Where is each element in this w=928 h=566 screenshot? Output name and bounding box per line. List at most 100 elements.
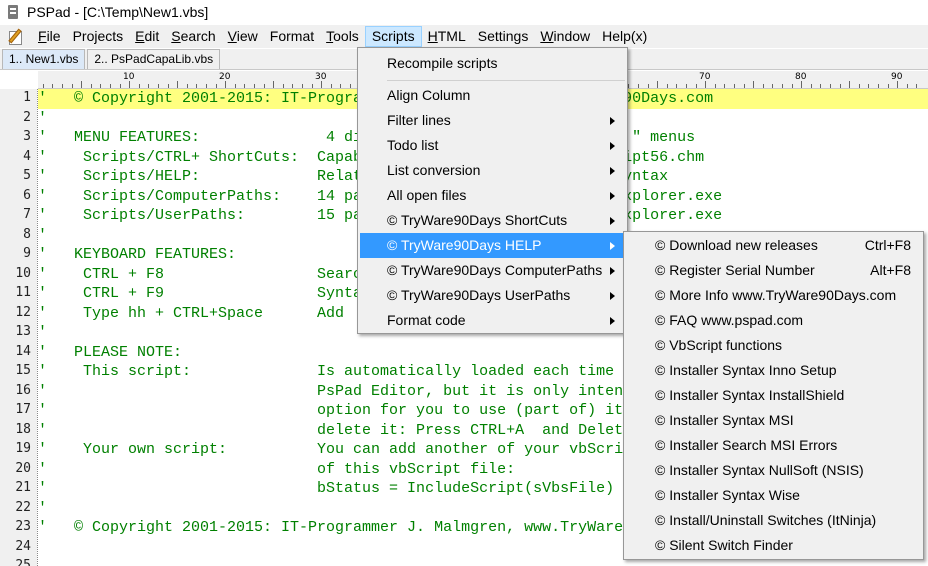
menu-scripts[interactable]: Scripts: [364, 26, 422, 47]
menu-settings[interactable]: Settings: [472, 26, 535, 47]
ruler-tick: [888, 84, 889, 88]
menu-format[interactable]: Format: [264, 26, 320, 47]
ruler-tick: [676, 84, 677, 88]
ruler-tick: [129, 81, 130, 88]
line-number: 6: [23, 187, 31, 203]
submenu-arrow-icon: [610, 192, 615, 200]
line-number: 9: [23, 246, 31, 261]
ruler-label: 70: [699, 72, 711, 82]
ruler-tick: [696, 84, 697, 88]
line-number: 22: [15, 499, 31, 515]
line-number: 3: [23, 129, 31, 144]
line-number: 7: [23, 207, 31, 222]
ruler-tick: [916, 84, 917, 88]
submenu-arrow-icon: [610, 317, 615, 325]
ruler-tick: [830, 84, 831, 88]
ruler-tick: [216, 84, 217, 88]
ruler-tick: [772, 84, 773, 88]
ruler-tick: [52, 84, 53, 88]
submenu-item-vbscript-functions[interactable]: © VbScript functions: [626, 333, 921, 358]
menu-tools[interactable]: Tools: [320, 26, 365, 47]
submenu-item-installshield[interactable]: © Installer Syntax InstallShield: [626, 383, 921, 408]
submenu-item-register-serial[interactable]: © Register Serial Number Alt+F8: [626, 258, 921, 283]
submenu-item-faq[interactable]: © FAQ www.pspad.com: [626, 308, 921, 333]
menu-file[interactable]: File: [32, 26, 67, 47]
submenu-item-wise[interactable]: © Installer Syntax Wise: [626, 483, 921, 508]
line-number: 17: [15, 402, 31, 417]
submenu-item-msi[interactable]: © Installer Syntax MSI: [626, 408, 921, 433]
ruler-tick: [667, 84, 668, 88]
ruler-tick: [648, 84, 649, 88]
menu-edit[interactable]: Edit: [129, 26, 165, 47]
menu-help[interactable]: Help(x): [596, 26, 653, 47]
menu-item-tryware-userpaths[interactable]: © TryWare90Days UserPaths: [360, 283, 625, 308]
tab-new1[interactable]: 1.. New1.vbs: [2, 49, 86, 69]
ruler-tick: [801, 81, 802, 88]
ruler-tick: [62, 84, 63, 88]
ruler-tick: [657, 81, 658, 88]
menu-view[interactable]: View: [222, 26, 264, 47]
submenu-item-silent-switch[interactable]: © Silent Switch Finder: [626, 533, 921, 558]
menu-item-list-conversion[interactable]: List conversion: [360, 158, 625, 183]
pspad-logo-icon: [8, 28, 26, 46]
shortcut-label: Ctrl+F8: [864, 237, 911, 253]
ruler-tick: [897, 81, 898, 88]
ruler-tick: [81, 81, 82, 88]
submenu-item-inno-setup[interactable]: © Installer Syntax Inno Setup: [626, 358, 921, 383]
ruler-label: 90: [891, 72, 903, 82]
submenu-arrow-icon: [610, 167, 615, 175]
line-number-gutter: 1 2 3 4 5 6 7 8 9 10 11 12 13 14 15 16 17 18 19 20 21 22 23 24 2…: [0, 89, 37, 566]
line-number: 14: [15, 343, 31, 359]
ruler-tick: [100, 84, 101, 88]
ruler-tick: [763, 84, 764, 88]
menu-item-tryware-computerpaths[interactable]: © TryWare90Days ComputerPaths: [360, 258, 625, 283]
ruler-tick: [849, 81, 850, 88]
ruler-tick: [724, 84, 725, 88]
ruler-tick: [820, 84, 821, 88]
menu-item-tryware-help[interactable]: © TryWare90Days HELP: [360, 233, 625, 258]
ruler-tick: [254, 84, 255, 88]
ruler-tick: [734, 84, 735, 88]
ruler-tick: [312, 84, 313, 88]
tab-pspadcapalib[interactable]: 2.. PsPadCapaLib.vbs: [87, 49, 221, 69]
ruler-tick: [139, 84, 140, 88]
ruler-tick: [158, 84, 159, 88]
submenu-item-nsis[interactable]: © Installer Syntax NullSoft (NSIS): [626, 458, 921, 483]
ruler-tick: [264, 84, 265, 88]
submenu-arrow-icon: [610, 217, 615, 225]
ruler-tick: [350, 84, 351, 88]
line-number: 18: [15, 421, 31, 437]
ruler-tick: [792, 84, 793, 88]
menu-html[interactable]: HTML: [422, 26, 472, 47]
menu-search[interactable]: Search: [165, 26, 221, 47]
menu-item-filter-lines[interactable]: Filter lines: [360, 108, 625, 133]
line-number: 23: [15, 519, 31, 534]
ruler-tick: [91, 84, 92, 88]
menu-item-todo-list[interactable]: Todo list: [360, 133, 625, 158]
menu-item-align-column[interactable]: Align Column: [360, 83, 625, 108]
shortcut-label: Alt+F8: [870, 262, 911, 278]
app-icon[interactable]: [6, 4, 20, 20]
ruler-tick: [273, 81, 274, 88]
submenu-item-itninja[interactable]: © Install/Uninstall Switches (ItNinja): [626, 508, 921, 533]
ruler-tick: [811, 84, 812, 88]
menu-projects[interactable]: Projects: [67, 26, 130, 47]
submenu-item-more-info[interactable]: © More Info www.TryWare90Days.com: [626, 283, 921, 308]
menu-item-format-code[interactable]: Format code: [360, 308, 625, 333]
menu-item-all-open-files[interactable]: All open files: [360, 183, 625, 208]
submenu-item-download-releases[interactable]: © Download new releases Ctrl+F8: [626, 233, 921, 258]
line-number: 16: [15, 382, 31, 398]
ruler-label: 20: [219, 72, 231, 82]
menu-window[interactable]: Window: [534, 26, 596, 47]
line-number: 4: [23, 148, 31, 164]
ruler-tick: [72, 84, 73, 88]
line-number: 12: [15, 304, 31, 320]
submenu-item-msi-errors[interactable]: © Installer Search MSI Errors: [626, 433, 921, 458]
line-number: 24: [15, 538, 31, 554]
ruler-tick: [187, 84, 188, 88]
ruler-tick: [110, 84, 111, 88]
ruler-tick: [302, 84, 303, 88]
menu-item-tryware-shortcuts[interactable]: © TryWare90Days ShortCuts: [360, 208, 625, 233]
menu-item-recompile-scripts[interactable]: Recompile scripts: [360, 51, 625, 76]
ruler-tick: [321, 81, 322, 88]
